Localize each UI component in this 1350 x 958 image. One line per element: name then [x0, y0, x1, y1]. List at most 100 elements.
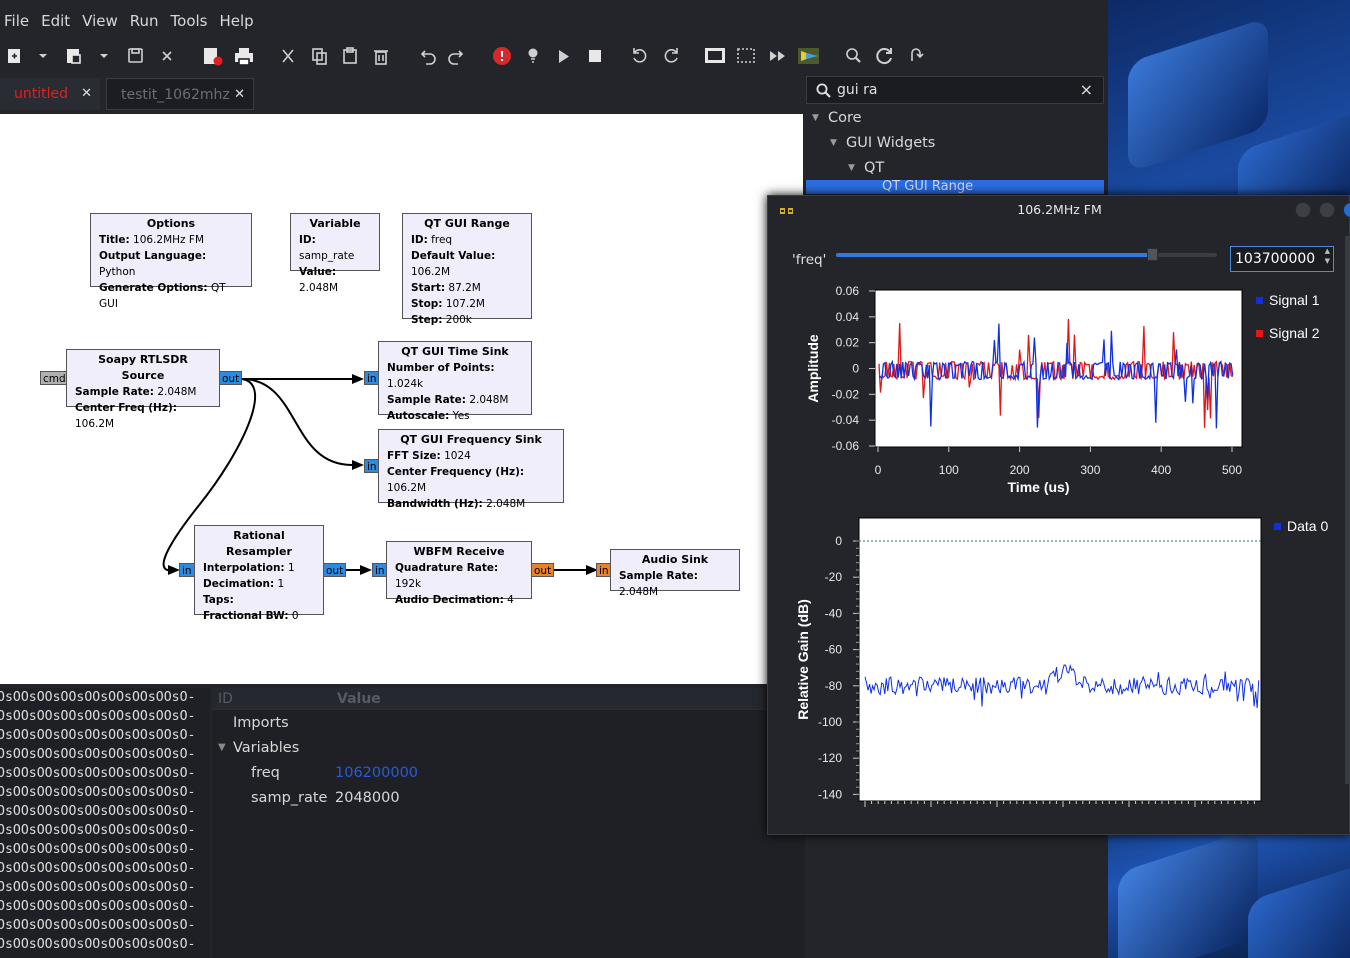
console-line: OsOOsOOsOOsOOsOOsOOsOOsO-	[0, 861, 196, 876]
expand-icon[interactable]: ▼	[848, 156, 855, 181]
close-tab-icon[interactable]: ✕	[231, 79, 245, 109]
block-qt-gui-frequency-sink[interactable]: QT GUI Frequency Sink FFT Size: 1024 Cen…	[378, 429, 564, 510]
freq-spinbox[interactable]: 103700000 ▲ ▼	[1230, 246, 1334, 272]
x-tick-label: 100	[939, 463, 959, 477]
flowgraph-canvas[interactable]: Options Title: 106.2MHz FM Output Langua…	[0, 114, 803, 684]
slider-fill	[836, 253, 1153, 257]
expand-icon[interactable]: ▼	[830, 131, 837, 156]
y-tick-label: -100	[818, 715, 842, 729]
disabled-block-icon[interactable]	[737, 48, 755, 63]
qt-gui-window[interactable]: 106.2MHz FM 'freq' 103700000 ▲ ▼ 0.06 0.04…	[767, 195, 1350, 835]
var-id[interactable]: freq	[251, 765, 280, 781]
block-soapy-rtlsdr-source[interactable]: Soapy RTLSDR Source Sample Rate: 2.048M …	[66, 349, 220, 430]
y-tick-label: -140	[818, 787, 842, 801]
tree-core[interactable]: Core	[828, 106, 862, 131]
window-title: 106.2MHz FM	[1017, 202, 1102, 217]
copy-icon[interactable]	[312, 48, 327, 65]
port-in[interactable]: in	[179, 563, 195, 577]
maximize-button[interactable]	[1319, 202, 1335, 218]
frequency-plot[interactable]: 0 -20 -40 -60 -80 -100 -120 -140 Relative Gain (…	[768, 514, 1350, 824]
scrollbar[interactable]	[1345, 236, 1349, 784]
variables-item[interactable]: Variables	[233, 740, 299, 756]
error-doc-icon[interactable]	[204, 48, 223, 66]
block-title: Options	[146, 217, 196, 230]
tab-untitled[interactable]: untitled ✕	[0, 78, 100, 110]
clear-search-icon[interactable]: ×	[1080, 77, 1093, 103]
new-file-icon[interactable]	[8, 49, 20, 63]
minimize-button[interactable]	[1295, 202, 1311, 218]
block-rational-resampler[interactable]: Rational Resampler Interpolation: 1 Deci…	[194, 525, 324, 622]
block-qt-gui-time-sink[interactable]: QT GUI Time Sink Number of Points: 1.024…	[378, 341, 532, 422]
slider-handle[interactable]	[1147, 248, 1159, 261]
spin-arrows-icon[interactable]: ▲ ▼	[1325, 246, 1330, 266]
console-output[interactable]: OsOOsOOsOOsOOsOOsOOsOOsO- OsOOsOOsOOsOOsO…	[0, 688, 210, 958]
console-line: OsOOsOOsOOsOOsOOsOOsOOsO-	[0, 785, 196, 800]
expand-icon[interactable]: ▼	[812, 106, 819, 131]
undo-icon[interactable]	[420, 50, 436, 65]
close-tab-icon[interactable]: ✕	[81, 78, 92, 110]
block-title: Soapy RTLSDR Source	[98, 353, 188, 382]
menu-file[interactable]: File	[0, 10, 37, 36]
tab-bar: untitled ✕ testit_1062mhz ✕	[0, 78, 804, 112]
tree-selected-row[interactable]: QT GUI Range	[806, 180, 1104, 194]
block-icon[interactable]	[798, 48, 819, 64]
print-icon[interactable]	[235, 48, 253, 66]
menu-run[interactable]: Run	[126, 10, 167, 36]
imports-item[interactable]: Imports	[233, 715, 289, 731]
bulb-icon[interactable]	[528, 48, 538, 63]
rotate-cw-icon[interactable]	[664, 48, 678, 63]
block-title: QT GUI Frequency Sink	[400, 433, 542, 446]
block-title: Variable	[309, 217, 361, 230]
block-options[interactable]: Options Title: 106.2MHz FM Output Langua…	[90, 213, 252, 310]
search-icon[interactable]	[846, 48, 861, 63]
close-icon[interactable]	[162, 51, 172, 61]
x-axis-label: Time (us)	[1008, 479, 1070, 495]
var-value[interactable]: 106200000	[335, 765, 418, 781]
expand-icon[interactable]: ▼	[218, 742, 226, 753]
refresh-icon[interactable]	[876, 48, 892, 65]
console-line: OsOOsOOsOOsOOsOOsOOsOOsO-	[0, 728, 196, 743]
redo-icon[interactable]	[448, 50, 464, 65]
rotate-ccw-icon[interactable]	[633, 48, 647, 63]
time-plot[interactable]: 0.06 0.04 0.02 0 -0.02 -0.04 -0.06 0 100 200 300 40…	[768, 282, 1350, 512]
block-variable[interactable]: Variable ID: samp_rate Value: 2.048M	[290, 213, 380, 294]
var-value[interactable]: 2048000	[335, 790, 400, 806]
chevron-down-icon[interactable]	[39, 54, 47, 58]
tree-gui-widgets[interactable]: GUI Widgets	[846, 131, 935, 156]
delete-icon[interactable]	[374, 50, 388, 65]
port-out[interactable]: out	[323, 563, 347, 577]
fast-forward-icon[interactable]	[770, 51, 785, 61]
tab-testit[interactable]: testit_1062mhz ✕	[106, 78, 254, 110]
menu-edit[interactable]: Edit	[37, 10, 78, 36]
stop-icon[interactable]	[589, 50, 601, 62]
console-icon[interactable]	[705, 48, 725, 63]
save-icon[interactable]	[128, 48, 143, 63]
var-id[interactable]: samp_rate	[251, 790, 327, 806]
block-search[interactable]: gui ra ×	[806, 76, 1104, 104]
x-tick-label: 400	[1151, 463, 1171, 477]
block-qt-gui-range[interactable]: QT GUI Range ID: freq Default Value: 106…	[402, 213, 532, 326]
menu-view[interactable]: View	[78, 10, 126, 36]
error-icon[interactable]	[493, 47, 511, 65]
console-line: OsOOsOOsOOsOOsOOsOOsOOsO-	[0, 823, 196, 838]
chevron-down-icon[interactable]	[100, 54, 108, 58]
port-out[interactable]: out	[531, 563, 555, 577]
variables-panel[interactable]: ID Value Imports ▼ Variables freq 106200…	[212, 688, 805, 958]
block-audio-sink[interactable]: Audio Sink Sample Rate: 2.048M	[610, 549, 740, 598]
console-line: OsOOsOOsOOsOOsOOsOOsOOsO-	[0, 899, 196, 914]
block-wbfm-receive[interactable]: WBFM Receive Quadrature Rate: 192k Audio…	[386, 541, 532, 606]
search-input[interactable]: gui ra	[837, 77, 877, 103]
paste-icon[interactable]	[343, 47, 357, 64]
cut-icon[interactable]	[282, 49, 294, 63]
port-out[interactable]: out	[219, 371, 243, 385]
menu-tools[interactable]: Tools	[167, 10, 216, 36]
undo-block-icon[interactable]	[911, 48, 924, 61]
port-cmd[interactable]: cmd	[40, 371, 69, 385]
block-title: Rational Resampler	[226, 529, 292, 558]
console-line: OsOOsOOsOOsOOsOOsOOsOOsO-	[0, 766, 196, 781]
freq-slider[interactable]	[836, 248, 1217, 261]
play-icon[interactable]	[559, 50, 569, 63]
open-file-icon[interactable]	[67, 49, 81, 64]
tree-qt[interactable]: QT	[864, 156, 884, 181]
menu-help[interactable]: Help	[216, 10, 262, 36]
